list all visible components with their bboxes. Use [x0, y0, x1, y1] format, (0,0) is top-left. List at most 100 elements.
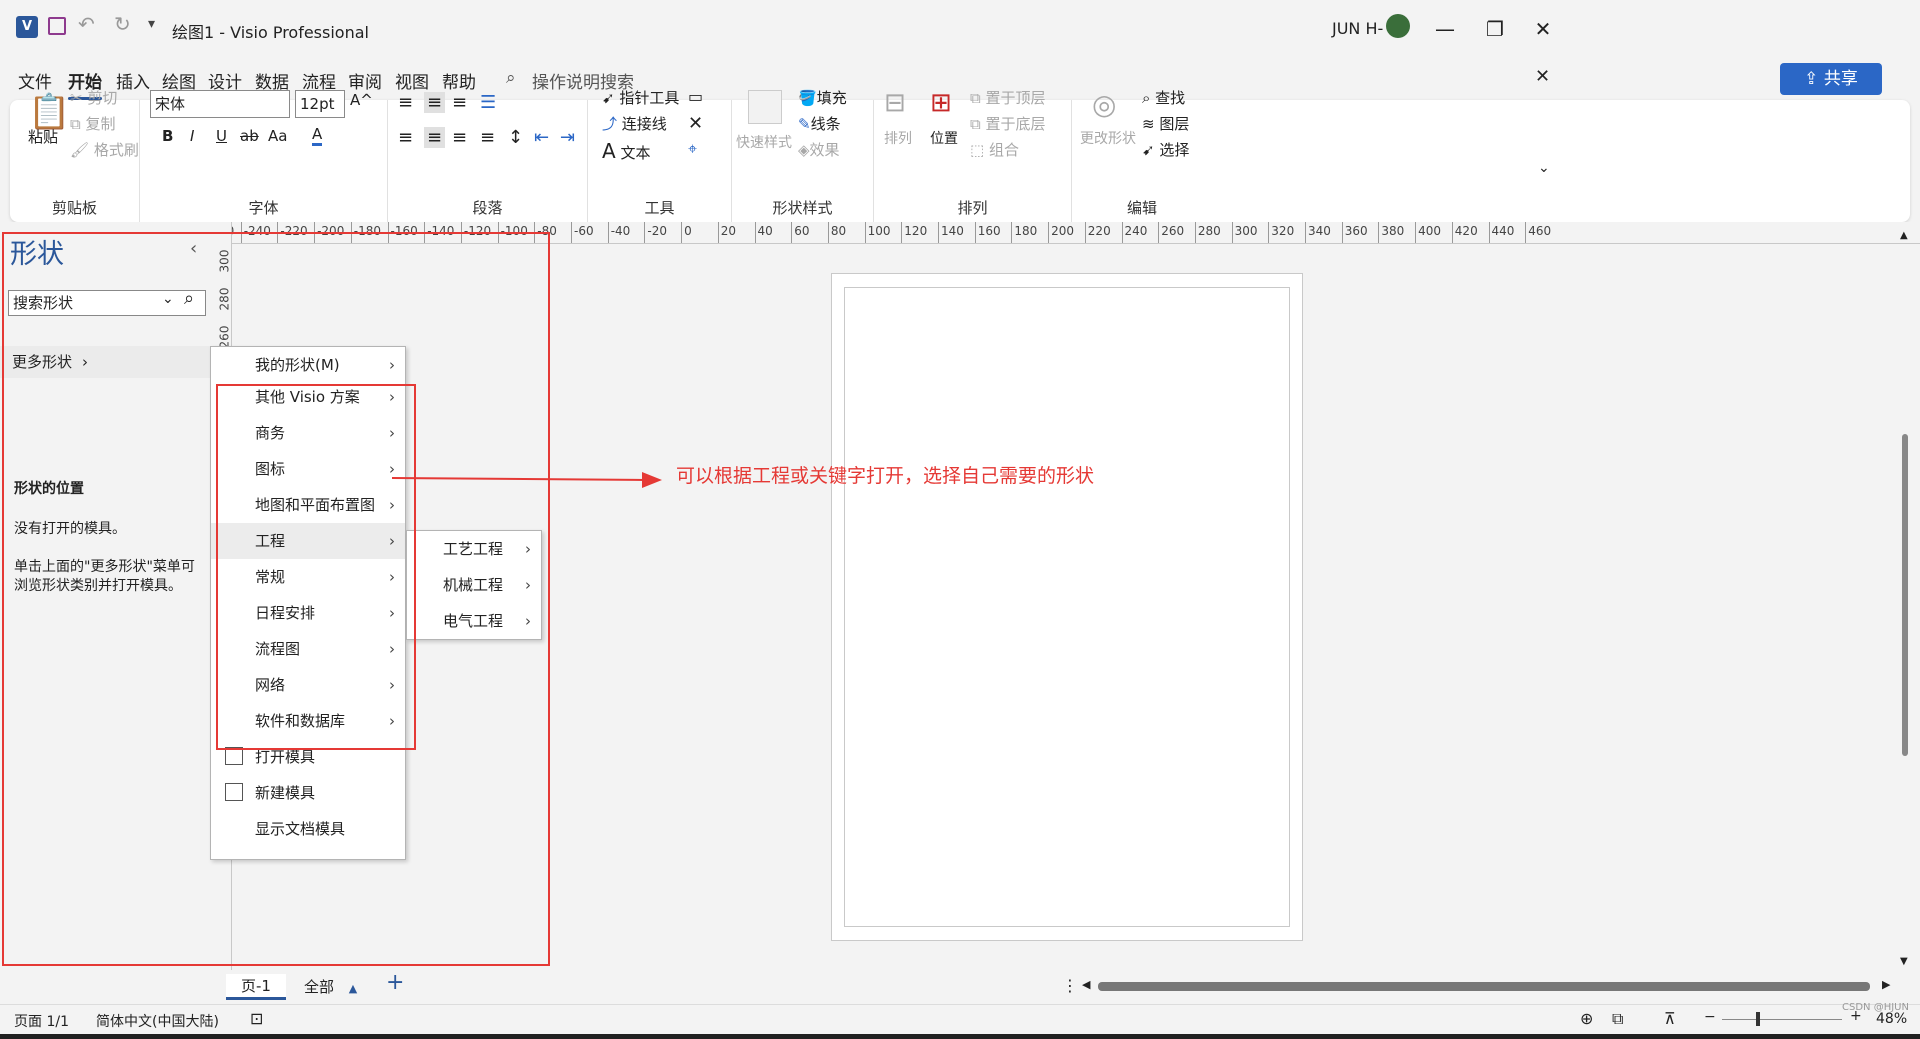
decrease-indent-icon[interactable]: ⇤: [534, 127, 549, 148]
annotation-box-categories: [216, 384, 416, 750]
ruler-tick-line: [1084, 222, 1086, 243]
horizontal-scrollbar[interactable]: [1098, 982, 1870, 991]
close-tool-icon[interactable]: ✕: [688, 113, 703, 134]
presentation-icon[interactable]: ⊼: [1664, 1009, 1676, 1028]
align-icon[interactable]: ⊟: [884, 88, 906, 118]
group-paragraph: ≡ ≡ ≡ ☰ ≡ ≡ ≡ ≡ ↕ ⇤ ⇥ 段落: [388, 92, 588, 222]
line-button[interactable]: ✎线条: [798, 113, 841, 134]
minimize-icon[interactable]: —: [1430, 14, 1460, 44]
scroll-down-icon[interactable]: ▼: [1900, 956, 1908, 967]
ruler-tick-label: 260: [1161, 224, 1185, 238]
hscroll-left-icon[interactable]: ◀: [1082, 978, 1090, 991]
underline-button[interactable]: U: [216, 127, 227, 145]
more-options-icon[interactable]: ⋮: [1062, 976, 1078, 995]
copy-button[interactable]: ⧉ 复制: [70, 113, 116, 134]
find-button[interactable]: ⌕ 查找: [1142, 87, 1185, 108]
save-icon[interactable]: [48, 17, 66, 35]
zoom-thumb[interactable]: [1756, 1012, 1760, 1026]
format-painter-button[interactable]: 🖌 格式刷: [70, 139, 139, 160]
text-direction-icon[interactable]: ↕: [508, 127, 523, 148]
vertical-scrollbar[interactable]: ▲ ▼: [1898, 230, 1912, 970]
undo-icon[interactable]: ↶: [78, 12, 95, 36]
page-indicator[interactable]: 页面 1/1: [14, 1011, 69, 1031]
group-label: 剪贴板: [51, 199, 97, 217]
select-button[interactable]: ➹ 选择: [1142, 139, 1189, 160]
align-middle-icon[interactable]: ≡: [424, 92, 446, 113]
position-icon[interactable]: ⊞: [930, 88, 952, 118]
fit-page-icon[interactable]: ⊕: [1580, 1009, 1593, 1028]
align-center-icon[interactable]: ≡: [424, 127, 446, 148]
bold-button[interactable]: B: [162, 127, 173, 145]
strikethrough-button[interactable]: ab: [240, 127, 259, 145]
position-button[interactable]: 位置: [930, 128, 958, 148]
change-shape-icon[interactable]: ◎: [1092, 88, 1116, 121]
copy-icon: ⧉: [70, 115, 86, 133]
hscroll-right-icon[interactable]: ▶: [1882, 978, 1890, 991]
bullets-icon[interactable]: ☰: [480, 92, 496, 113]
effects-icon: ◈: [798, 141, 810, 159]
tab-insert[interactable]: 插入: [116, 68, 150, 93]
group-tools: ➹ 指针工具 ⤴ 连接线 A 文本 ▭ ✕ ⌖ 工具: [588, 87, 732, 222]
close-icon[interactable]: ✕: [1528, 14, 1558, 44]
grow-font-button[interactable]: A^: [350, 91, 373, 109]
align-top-icon[interactable]: ≡: [398, 92, 413, 113]
add-page-button[interactable]: +: [386, 970, 404, 995]
rectangle-icon[interactable]: ▭: [688, 87, 703, 106]
collapse-ribbon-icon[interactable]: ⌄: [1538, 160, 1550, 176]
send-back-button[interactable]: ⧉ 置于底层: [970, 113, 1046, 134]
all-pages-button[interactable]: 全部 ▲: [304, 976, 357, 997]
align-right-icon[interactable]: ≡: [452, 127, 467, 148]
language-indicator[interactable]: 简体中文(中国大陆): [96, 1011, 219, 1031]
justify-icon[interactable]: ≡: [480, 127, 495, 148]
scroll-thumb[interactable]: [1902, 434, 1908, 756]
increase-indent-icon[interactable]: ⇥: [560, 127, 575, 148]
group-button[interactable]: ⬚ 组合: [970, 139, 1019, 160]
italic-button[interactable]: I: [190, 127, 194, 145]
cut-button[interactable]: ✂ 剪切: [70, 87, 117, 108]
ruler-tick-line: [1415, 222, 1417, 243]
align-left-icon[interactable]: ≡: [398, 127, 413, 148]
user-name[interactable]: JUN H-: [1332, 19, 1383, 38]
change-shape-button[interactable]: 更改形状: [1080, 128, 1136, 148]
scroll-up-icon[interactable]: ▲: [1900, 230, 1908, 241]
pointer-tool-button[interactable]: ➹ 指针工具: [602, 87, 679, 108]
avatar[interactable]: [1386, 14, 1410, 38]
switch-window-icon[interactable]: ⧉: [1612, 1009, 1623, 1029]
connection-point-icon[interactable]: ⌖: [688, 139, 697, 159]
connector-button[interactable]: ⤴ 连接线: [602, 113, 667, 134]
restore-icon[interactable]: ❐: [1480, 14, 1510, 44]
zoom-level[interactable]: 48%: [1876, 1011, 1907, 1027]
font-name-select[interactable]: 宋体: [150, 90, 290, 118]
zoom-out-button[interactable]: −: [1704, 1009, 1716, 1025]
page-tab-current[interactable]: 页-1: [226, 974, 286, 1000]
ruler-tick-line: [1231, 222, 1233, 243]
effects-button[interactable]: ◈效果: [798, 139, 840, 160]
tab-review[interactable]: 审阅: [348, 68, 382, 93]
quick-styles-icon[interactable]: [748, 90, 782, 124]
quick-styles-button[interactable]: 快速样式: [736, 132, 792, 152]
ruler-tick-label: -60: [574, 224, 594, 238]
group-label: 排列: [957, 199, 988, 217]
bring-front-button[interactable]: ⧉ 置于顶层: [970, 87, 1046, 108]
close-ribbon-icon[interactable]: ✕: [1535, 66, 1550, 87]
group-icon: ⬚: [970, 141, 989, 159]
change-case-button[interactable]: Aa: [268, 127, 287, 145]
redo-icon[interactable]: ↻: [114, 12, 131, 36]
zoom-slider[interactable]: [1722, 1012, 1842, 1026]
qat-customize-icon[interactable]: ▾: [148, 16, 155, 32]
tab-help[interactable]: 帮助: [442, 68, 476, 93]
fill-button[interactable]: 🪣填充: [798, 87, 847, 108]
tab-view[interactable]: 视图: [395, 68, 429, 93]
font-color-button[interactable]: A: [312, 125, 323, 146]
tab-file[interactable]: 文件: [18, 68, 52, 93]
align-button[interactable]: 排列: [884, 128, 912, 148]
search-icon: ⌕: [1142, 89, 1156, 107]
align-bottom-icon[interactable]: ≡: [452, 92, 467, 113]
layers-button[interactable]: ≋ 图层: [1142, 113, 1189, 134]
macro-icon[interactable]: ⊡: [250, 1009, 263, 1028]
share-button[interactable]: ⇪ 共享: [1780, 63, 1882, 95]
font-size-select[interactable]: 12pt: [295, 90, 345, 118]
paste-button[interactable]: 粘贴: [28, 126, 58, 147]
ruler-tick-label: 180: [1014, 224, 1038, 238]
text-tool-button[interactable]: A 文本: [602, 139, 650, 163]
